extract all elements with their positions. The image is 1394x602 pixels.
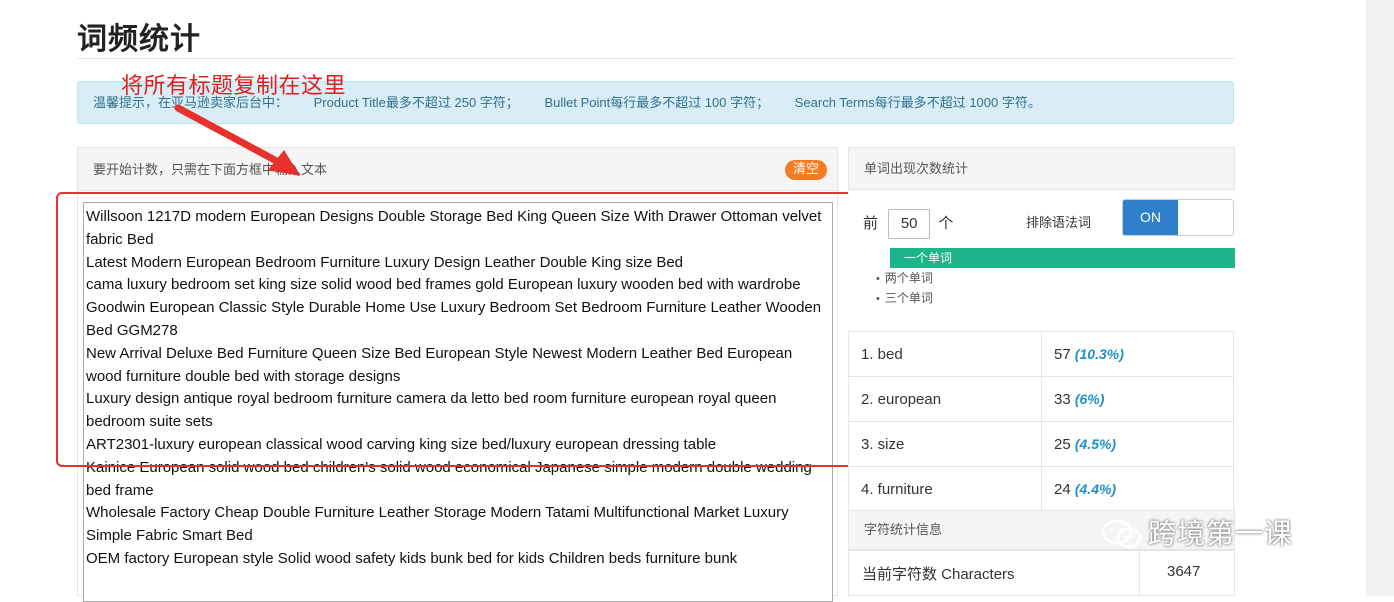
frequency-word: 4. furniture [848,466,1042,512]
top-n-suffix: 个 [938,214,954,232]
title-textarea[interactable]: Willsoon 1217D modern European Designs D… [83,202,833,602]
textarea-line: cama luxury bedroom set king size solid … [86,276,801,294]
wechat-icon [1101,519,1142,549]
frequency-row: 2. european 33 (6%) [848,376,1234,422]
top-n-input[interactable]: 50 [888,209,931,239]
char-count-value: 3647 [1167,563,1201,580]
page-scrollbar[interactable] [1366,0,1394,596]
top-n-prefix: 前 [863,214,879,232]
frequency-word: 3. size [848,421,1042,467]
frequency-table: 1. bed 57 (10.3%) 2. european 33 (6%) 3. siz… [848,331,1234,512]
frequency-row: 1. bed 57 (10.3%) [848,331,1234,377]
page-title: 词频统计 [77,22,201,57]
frequency-count: 33 [1054,390,1071,408]
frequency-count-cell: 25 (4.5%) [1041,421,1234,467]
frequency-percent: (4.5%) [1074,435,1117,452]
frequency-word: 2. european [848,376,1042,422]
title-divider [77,58,1235,59]
input-panel: 要开始计数，只需在下面方框中输入文本 清空 Willsoon 1217D mod… [77,147,838,602]
annotation-text: 将所有标题复制在这里 [121,74,347,99]
watermark-text: 跨境第一课 [1148,517,1294,550]
gram-option-one-word[interactable]: 一个单词 [890,248,1235,268]
frequency-percent: (10.3%) [1074,345,1124,362]
exclude-grammar-label: 排除语法词 [1026,215,1092,230]
char-stats-row: 当前字符数 Characters 3647 [848,550,1235,597]
frequency-count-cell: 24 (4.4%) [1041,466,1234,512]
textarea-line: Latest Modern European Bedroom Furniture… [86,253,684,271]
gram-options: 一个单词 两个单词 三个单词 [876,248,1235,308]
textarea-line: Willsoon 1217D modern European Designs D… [86,208,822,248]
textarea-line: New Arrival Deluxe Bed Furniture Queen S… [86,344,793,385]
textarea-line: Kainice European solid wood bed children… [86,458,812,499]
frequency-panel-header: 单词出现次数统计 [848,147,1235,190]
frequency-count-cell: 33 (6%) [1041,376,1234,422]
frequency-percent: (4.4%) [1074,480,1117,497]
gram-option-two-words[interactable]: 两个单词 [876,268,1235,288]
top-n-control: 前 50 个 [863,209,953,239]
frequency-count-cell: 57 (10.3%) [1041,331,1234,377]
stats-divider [1139,551,1140,597]
input-panel-header: 要开始计数，只需在下面方框中输入文本 清空 [78,148,837,191]
textarea-line: Goodwin European Classic Style Durable H… [86,299,822,339]
textarea-line: OEM factory European style Solid wood sa… [86,549,738,567]
frequency-percent: (6%) [1074,390,1105,407]
watermark: 跨境第一课 [1100,512,1293,552]
frequency-count: 24 [1054,480,1071,498]
textarea-line: Luxury design antique royal bedroom furn… [86,390,777,431]
textarea-line: ART2301-luxury european classical wood c… [86,435,717,453]
toggle-on-label: ON [1123,200,1178,235]
frequency-word: 1. bed [848,331,1042,377]
notice-bullet-rule: Bullet Point每行最多不超过 100 字符； [544,95,770,110]
notice-search-rule: Search Terms每行最多不超过 1000 字符。 [794,95,1041,110]
char-count-label: 当前字符数 Characters [862,566,1015,583]
frequency-count: 25 [1054,435,1071,453]
textarea-line: Wholesale Factory Cheap Double Furniture… [86,504,789,545]
clear-button[interactable]: 清空 [784,160,827,180]
input-panel-header-text: 要开始计数，只需在下面方框中输入文本 [93,162,328,177]
frequency-row: 4. furniture 24 (4.4%) [848,466,1234,512]
textarea-content: Willsoon 1217D modern European Designs D… [84,203,832,571]
gram-option-three-words[interactable]: 三个单词 [876,288,1235,308]
exclude-grammar-toggle[interactable]: ON [1122,199,1234,236]
frequency-row: 3. size 25 (4.5%) [848,421,1234,467]
frequency-count: 57 [1054,345,1071,363]
